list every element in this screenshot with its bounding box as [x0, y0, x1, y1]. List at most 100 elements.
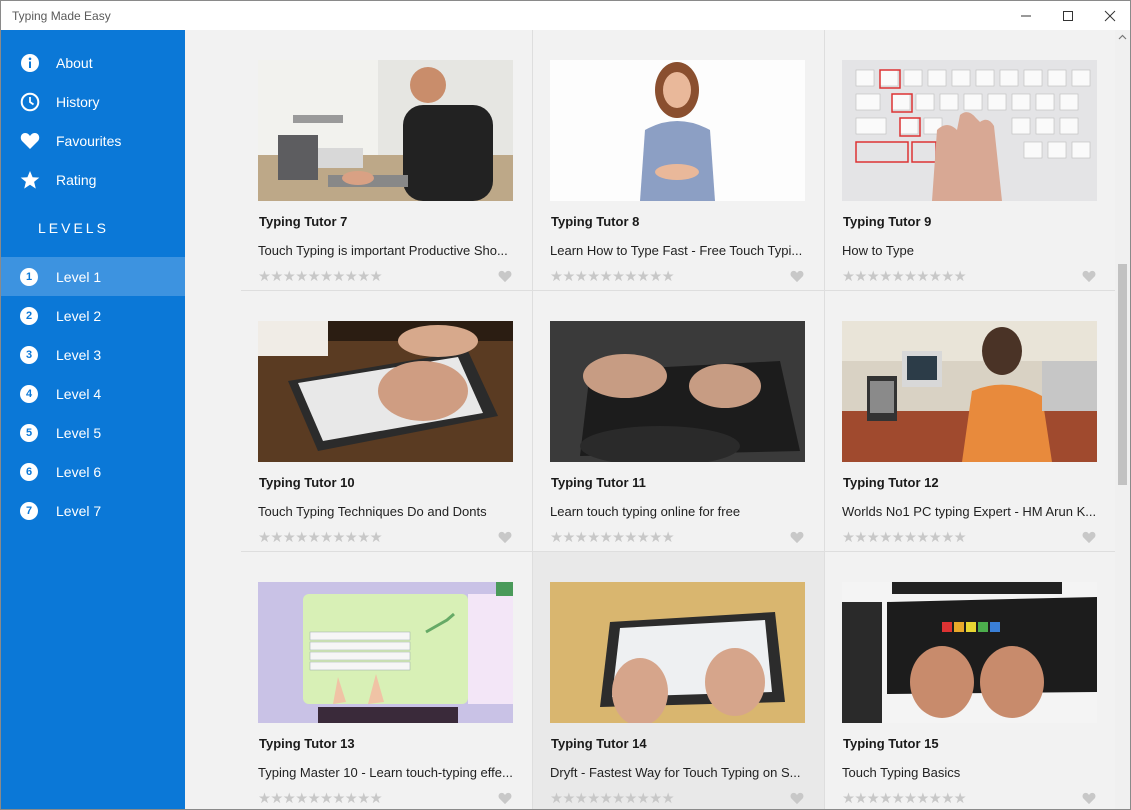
- sidebar-item-favourites[interactable]: Favourites: [1, 121, 185, 160]
- level-label: Level 2: [56, 307, 102, 324]
- video-description: Typing Master 10 - Learn touch-typing ef…: [258, 765, 513, 780]
- video-card[interactable]: Typing Tutor 13 Typing Master 10 - Learn…: [241, 552, 533, 809]
- sidebar: About History Favourites Rating LEVELS 1…: [1, 30, 185, 809]
- app-window: Typing Made Easy About History Favourite…: [0, 0, 1131, 810]
- favourite-heart-icon[interactable]: [498, 792, 512, 805]
- video-thumbnail[interactable]: [842, 582, 1097, 723]
- level-number-badge: 1: [20, 267, 38, 286]
- level-number-badge: 4: [20, 384, 38, 403]
- star-icon: [19, 169, 40, 190]
- favourite-heart-icon[interactable]: [790, 270, 804, 283]
- sidebar-item-label: Favourites: [56, 132, 122, 149]
- video-thumbnail[interactable]: [842, 60, 1097, 201]
- sidebar-item-level-5[interactable]: 5 Level 5: [1, 413, 185, 452]
- maximize-icon: [1063, 10, 1073, 21]
- rating-stars[interactable]: ★★★★★★★★★★: [258, 269, 383, 285]
- sidebar-item-level-1[interactable]: 1 Level 1: [1, 257, 185, 296]
- video-description: Learn touch typing online for free: [550, 504, 741, 519]
- video-thumbnail[interactable]: [842, 321, 1097, 462]
- video-description: Dryft - Fastest Way for Touch Typing on …: [550, 765, 801, 780]
- video-card[interactable]: Typing Tutor 10 Touch Typing Techniques …: [241, 291, 533, 552]
- level-label: Level 4: [56, 385, 102, 402]
- level-label: Level 3: [56, 346, 102, 363]
- video-thumbnail[interactable]: [550, 60, 805, 201]
- sidebar-item-history[interactable]: History: [1, 82, 185, 121]
- heart-icon: [19, 130, 40, 151]
- video-title: Typing Tutor 15: [843, 736, 939, 751]
- level-label: Level 1: [56, 268, 102, 285]
- video-card[interactable]: Typing Tutor 9 How to Type ★★★★★★★★★★: [825, 30, 1115, 291]
- rating-stars[interactable]: ★★★★★★★★★★: [842, 530, 967, 546]
- favourite-heart-icon[interactable]: [790, 792, 804, 805]
- sidebar-item-level-3[interactable]: 3 Level 3: [1, 335, 185, 374]
- sidebar-item-level-7[interactable]: 7 Level 7: [1, 491, 185, 530]
- level-label: Level 5: [56, 424, 102, 441]
- rating-stars[interactable]: ★★★★★★★★★★: [842, 791, 967, 807]
- sidebar-item-level-2[interactable]: 2 Level 2: [1, 296, 185, 335]
- video-description: Touch Typing Basics: [842, 765, 961, 780]
- video-card[interactable]: Typing Tutor 8 Learn How to Type Fast - …: [533, 30, 825, 291]
- vertical-scrollbar[interactable]: [1115, 30, 1130, 809]
- clock-icon: [19, 91, 40, 112]
- level-number-badge: 5: [20, 423, 38, 442]
- maximize-button[interactable]: [1046, 1, 1090, 30]
- rating-stars[interactable]: ★★★★★★★★★★: [258, 530, 383, 546]
- window-title: Typing Made Easy: [12, 9, 111, 23]
- sidebar-item-level-4[interactable]: 4 Level 4: [1, 374, 185, 413]
- info-icon: [19, 52, 40, 73]
- video-thumbnail[interactable]: [550, 582, 805, 723]
- minimize-icon: [1021, 15, 1031, 16]
- video-thumbnail[interactable]: [258, 321, 513, 462]
- video-thumbnail[interactable]: [258, 582, 513, 723]
- rating-stars[interactable]: ★★★★★★★★★★: [842, 269, 967, 285]
- favourite-heart-icon[interactable]: [1082, 792, 1096, 805]
- level-number-badge: 2: [20, 306, 38, 325]
- video-thumbnail[interactable]: [258, 60, 513, 201]
- rating-stars[interactable]: ★★★★★★★★★★: [550, 269, 675, 285]
- sidebar-item-rating[interactable]: Rating: [1, 160, 185, 199]
- favourite-heart-icon[interactable]: [498, 270, 512, 283]
- video-title: Typing Tutor 13: [259, 736, 355, 751]
- rating-stars[interactable]: ★★★★★★★★★★: [258, 791, 383, 807]
- close-icon: [1104, 10, 1116, 21]
- favourite-heart-icon[interactable]: [1082, 270, 1096, 283]
- video-description: How to Type: [842, 243, 915, 258]
- video-description: Learn How to Type Fast - Free Touch Typi…: [550, 243, 803, 258]
- favourite-heart-icon[interactable]: [498, 531, 512, 544]
- video-description: Touch Typing Techniques Do and Donts: [258, 504, 487, 519]
- close-button[interactable]: [1088, 1, 1130, 30]
- scrollbar-thumb[interactable]: [1118, 264, 1127, 485]
- sidebar-item-label: About: [56, 54, 93, 71]
- video-description: Worlds No1 PC typing Expert - HM Arun K.…: [842, 504, 1097, 519]
- level-label: Level 6: [56, 463, 102, 480]
- video-card[interactable]: Typing Tutor 7 Touch Typing is important…: [241, 30, 533, 291]
- favourite-heart-icon[interactable]: [790, 531, 804, 544]
- video-title: Typing Tutor 12: [843, 475, 939, 490]
- video-card[interactable]: Typing Tutor 11 Learn touch typing onlin…: [533, 291, 825, 552]
- sidebar-item-level-6[interactable]: 6 Level 6: [1, 452, 185, 491]
- level-number-badge: 7: [20, 501, 38, 520]
- video-card[interactable]: Typing Tutor 15 Touch Typing Basics ★★★★…: [825, 552, 1115, 809]
- video-title: Typing Tutor 11: [551, 475, 646, 490]
- video-title: Typing Tutor 7: [259, 214, 348, 229]
- level-number-badge: 3: [20, 345, 38, 364]
- sidebar-item-label: Rating: [56, 171, 97, 188]
- scroll-up-arrow-icon[interactable]: [1118, 34, 1127, 40]
- video-title: Typing Tutor 14: [551, 736, 647, 751]
- title-bar[interactable]: Typing Made Easy: [1, 1, 1130, 30]
- video-thumbnail[interactable]: [550, 321, 805, 462]
- sidebar-item-label: History: [56, 93, 100, 110]
- minimize-button[interactable]: [1004, 1, 1048, 30]
- video-grid-area: Typing Tutor 7 Touch Typing is important…: [185, 30, 1115, 809]
- video-description: Touch Typing is important Productive Sho…: [258, 243, 508, 258]
- video-title: Typing Tutor 8: [551, 214, 640, 229]
- favourite-heart-icon[interactable]: [1082, 531, 1096, 544]
- level-number-badge: 6: [20, 462, 38, 481]
- rating-stars[interactable]: ★★★★★★★★★★: [550, 530, 675, 546]
- video-title: Typing Tutor 10: [259, 475, 355, 490]
- video-card[interactable]: Typing Tutor 14 Dryft - Fastest Way for …: [533, 552, 825, 809]
- levels-heading: LEVELS: [38, 220, 109, 236]
- rating-stars[interactable]: ★★★★★★★★★★: [550, 791, 675, 807]
- sidebar-item-about[interactable]: About: [1, 43, 185, 82]
- video-card[interactable]: Typing Tutor 12 Worlds No1 PC typing Exp…: [825, 291, 1115, 552]
